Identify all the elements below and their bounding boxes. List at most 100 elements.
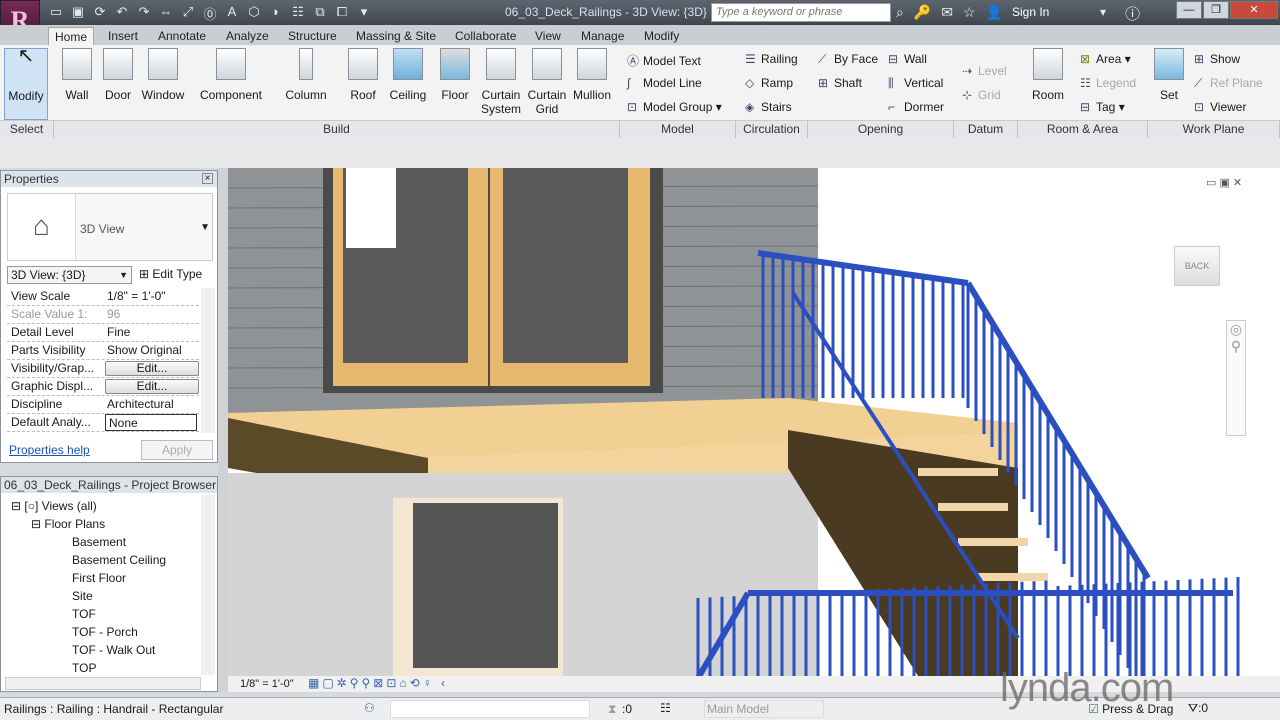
view-control-icons[interactable]: ▦▢✲⚲⚲⊠⊡⌂⟲♀ ‹ xyxy=(308,676,448,690)
tab-structure[interactable]: Structure xyxy=(282,27,343,45)
open-icon[interactable]: ▭ xyxy=(48,4,64,21)
room-button[interactable]: Room xyxy=(1030,48,1066,102)
tree-item[interactable]: First Floor xyxy=(72,571,126,585)
save-icon[interactable]: ▣ xyxy=(70,4,86,21)
show-button[interactable]: ⊞ Show xyxy=(1194,52,1240,66)
model-text-button[interactable]: Ⓐ Model Text xyxy=(627,52,701,69)
binoculars-icon[interactable]: ⌕ xyxy=(896,4,904,21)
browser-vertical-scrollbar[interactable] xyxy=(201,495,215,675)
stairs-button[interactable]: ◈ Stairs xyxy=(745,100,792,114)
level-button[interactable]: ⇢ Level xyxy=(962,64,1007,78)
tree-item[interactable]: Basement xyxy=(72,535,126,549)
model-group-button[interactable]: ⊡ Model Group ▾ xyxy=(627,100,722,114)
tree-node-views-all[interactable]: ⊟ [○] Views (all) xyxy=(11,499,97,513)
3d-view-icon[interactable]: ⬡ xyxy=(246,4,262,21)
tag-button[interactable]: ⊟ Tag ▾ xyxy=(1080,100,1125,114)
subscription-icon[interactable]: 🔑 xyxy=(914,4,931,21)
wall-opening-button[interactable]: ⊟ Wall xyxy=(888,52,927,66)
component-button[interactable]: Component xyxy=(198,48,264,102)
help-icon[interactable]: ⓘ xyxy=(1125,3,1140,24)
by-face-button[interactable]: ⟋ By Face xyxy=(818,52,878,67)
switch-windows-icon[interactable]: ⧠ xyxy=(334,4,350,21)
area-button[interactable]: ⊠ Area ▾ xyxy=(1080,52,1131,66)
browser-horizontal-scrollbar[interactable] xyxy=(5,677,201,690)
tab-home[interactable]: Home xyxy=(48,27,95,45)
roof-button[interactable]: Roof xyxy=(346,48,380,102)
view-window-controls[interactable]: ▭ ▣ ✕ xyxy=(1206,176,1242,189)
tree-item[interactable]: TOF - Walk Out xyxy=(72,643,155,657)
sign-in-button[interactable]: Sign In xyxy=(1012,5,1049,19)
floor-button[interactable]: Floor xyxy=(438,48,472,102)
column-button[interactable]: Column xyxy=(284,48,328,102)
redo-icon[interactable]: ↷ xyxy=(136,4,152,21)
navigation-bar[interactable]: ◎ ⚲ xyxy=(1226,320,1246,436)
door-button[interactable]: Door xyxy=(102,48,134,102)
close-icon[interactable]: × xyxy=(202,173,213,184)
filter-icon[interactable]: ⛛:0 xyxy=(1188,701,1208,716)
tab-manage[interactable]: Manage xyxy=(575,27,630,45)
vertical-opening-button[interactable]: ⫼ Vertical xyxy=(888,76,943,91)
editable-only-icon[interactable]: ⧗ xyxy=(608,702,616,717)
restore-button[interactable]: ❐ xyxy=(1203,1,1229,19)
sync-icon[interactable]: ⟳ xyxy=(92,4,108,21)
tree-item[interactable]: TOF xyxy=(72,607,96,621)
tree-item[interactable]: Basement Ceiling xyxy=(72,553,166,567)
edit-type-button[interactable]: ⊞ Edit Type xyxy=(139,266,202,282)
design-options-icon[interactable]: ☷ xyxy=(660,701,671,715)
railing-button[interactable]: ☰ Railing xyxy=(745,52,798,66)
user-icon[interactable]: 👤 xyxy=(986,4,1003,21)
properties-scrollbar[interactable] xyxy=(201,288,215,433)
viewcube[interactable]: BACK xyxy=(1174,246,1220,286)
legend-button[interactable]: ☷ Legend xyxy=(1080,76,1136,90)
workset-dropdown[interactable] xyxy=(390,700,590,718)
grid-button[interactable]: ⊹ Grid xyxy=(962,88,1001,102)
press-drag-toggle[interactable]: ☑ Press & Drag xyxy=(1088,702,1173,716)
qat-dropdown-icon[interactable]: ▾ xyxy=(356,4,372,21)
tab-insert[interactable]: Insert xyxy=(102,27,144,45)
thin-lines-icon[interactable]: ☷ xyxy=(290,4,306,21)
view-scale-button[interactable]: 1/8" = 1'-0" xyxy=(240,678,294,690)
favorites-icon[interactable]: ☆ xyxy=(963,4,976,21)
tree-item[interactable]: TOF - Porch xyxy=(72,625,138,639)
close-hidden-icon[interactable]: ⧉ xyxy=(312,4,328,21)
type-selector[interactable]: ⌂ 3D View ▼ xyxy=(7,193,213,261)
tab-modify[interactable]: Modify xyxy=(638,27,685,45)
tree-node-floor-plans[interactable]: ⊟ Floor Plans xyxy=(31,517,105,531)
tab-view[interactable]: View xyxy=(529,27,567,45)
measure-icon[interactable]: ⇔ xyxy=(158,4,174,21)
panel-label-room-area[interactable]: Room & Area xyxy=(1018,120,1148,138)
tag-icon[interactable]: ⓪ xyxy=(202,4,218,22)
panel-label-select[interactable]: Select xyxy=(0,120,54,138)
design-option-dropdown[interactable]: Main Model xyxy=(704,700,824,718)
mullion-button[interactable]: Mullion xyxy=(570,48,614,102)
communication-icon[interactable]: ✉ xyxy=(941,4,953,21)
section-icon[interactable]: ◗ xyxy=(268,4,284,21)
3d-view-canvas[interactable]: 1/8" = 1'-0" ▦▢✲⚲⚲⊠⊡⌂⟲♀ ‹ BACK ◎ ⚲ ▭ ▣ ✕ xyxy=(228,168,1280,692)
viewer-button[interactable]: ⊡ Viewer xyxy=(1194,100,1246,114)
visibility-edit-button[interactable]: Edit... xyxy=(105,361,199,376)
tree-item[interactable]: Site xyxy=(72,589,93,603)
undo-icon[interactable]: ↶ xyxy=(114,4,130,21)
worksets-icon[interactable]: ⚇ xyxy=(364,701,375,715)
tree-item[interactable]: TOP xyxy=(72,661,96,675)
graphic-display-edit-button[interactable]: Edit... xyxy=(105,379,199,394)
sign-in-dropdown-icon[interactable]: ▾ xyxy=(1100,5,1106,19)
tab-collaborate[interactable]: Collaborate xyxy=(449,27,522,45)
model-line-button[interactable]: ∫ Model Line xyxy=(627,76,702,90)
tab-massing-site[interactable]: Massing & Site xyxy=(350,27,442,45)
wall-button[interactable]: Wall xyxy=(60,48,94,102)
apply-button[interactable]: Apply xyxy=(141,440,213,460)
window-button[interactable]: Window xyxy=(140,48,186,102)
ramp-button[interactable]: ◇ Ramp xyxy=(745,76,793,90)
dimension-icon[interactable]: ⤢ xyxy=(180,4,196,21)
modify-button[interactable]: ↖ Modify xyxy=(4,46,48,120)
tab-analyze[interactable]: Analyze xyxy=(220,27,275,45)
search-input[interactable]: Type a keyword or phrase xyxy=(711,3,891,22)
shaft-button[interactable]: ⊞ Shaft xyxy=(818,76,862,90)
curtain-system-button[interactable]: Curtain System xyxy=(480,48,522,116)
minimize-button[interactable]: — xyxy=(1176,1,1202,19)
dormer-button[interactable]: ⌐ Dormer xyxy=(888,100,944,114)
close-button[interactable]: ✕ xyxy=(1230,1,1278,19)
properties-help-link[interactable]: Properties help xyxy=(9,443,90,457)
set-button[interactable]: Set xyxy=(1153,48,1185,102)
